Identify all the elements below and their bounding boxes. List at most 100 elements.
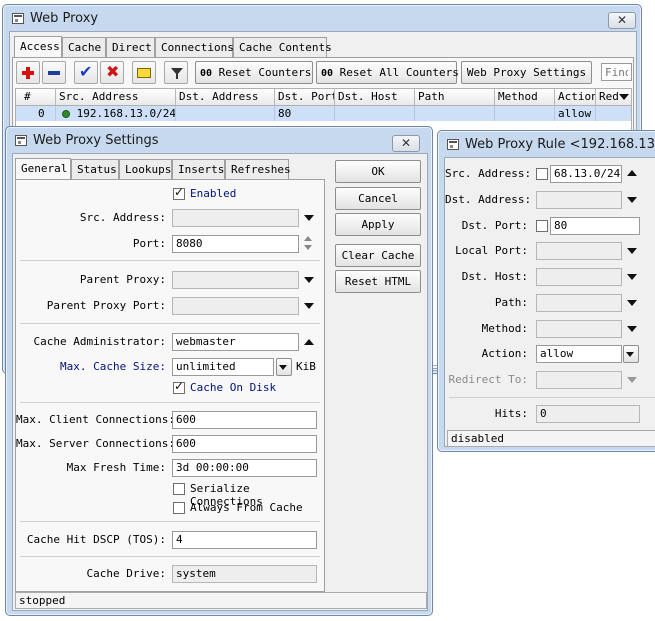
parent-proxy-port-label: Parent Proxy Port: (46, 299, 166, 312)
reset-all-counters-button[interactable]: 00 Reset All Counters (316, 61, 459, 84)
rule-hits-value: 0 (536, 405, 640, 423)
tab-cache-contents[interactable]: Cache Contents (233, 37, 332, 57)
window-app-icon (447, 139, 459, 150)
divider (20, 556, 320, 557)
spinner-up-icon[interactable] (304, 236, 312, 241)
column-header-method[interactable]: Method (495, 89, 555, 105)
tab-general[interactable]: General (15, 158, 71, 179)
rule-src-address-input[interactable]: 68.13.0/24 (550, 165, 622, 183)
table-header: # Src. Address Dst. Address Dst. Port Ds… (16, 89, 631, 106)
reset-counters-button[interactable]: 00 Reset Counters (195, 61, 313, 84)
collapse-icon[interactable] (304, 339, 314, 345)
cache-on-disk-checkbox[interactable] (173, 379, 185, 394)
rule-path-input[interactable] (536, 294, 622, 312)
rule-local-port-input[interactable] (536, 242, 622, 260)
counter-icon: 00 (321, 68, 334, 79)
find-input[interactable] (601, 63, 632, 81)
row-port: 80 (275, 106, 335, 121)
settings-tab-strip: General Status Lookups Inserts Refreshes (15, 158, 315, 179)
column-chooser-icon[interactable] (619, 94, 629, 100)
rule-dst-port-label: Dst. Port: (461, 219, 528, 232)
window-title: Web Proxy (30, 11, 99, 26)
close-button[interactable]: ✕ (392, 135, 420, 152)
table-row[interactable]: 0 192.168.13.0/24 80 allow (16, 106, 631, 121)
column-header-dst-address[interactable]: Dst. Address (176, 89, 275, 105)
add-button[interactable] (16, 61, 40, 84)
spinner-down-icon[interactable] (304, 245, 312, 250)
serialize-connections-checkbox[interactable] (173, 483, 185, 495)
expand-icon[interactable] (627, 197, 637, 203)
always-from-cache-checkbox[interactable] (173, 502, 185, 514)
tab-inserts[interactable]: Inserts (172, 159, 225, 179)
cancel-button[interactable]: Cancel (335, 187, 421, 210)
expand-icon[interactable] (304, 303, 314, 309)
comment-button[interactable] (132, 61, 156, 84)
parent-proxy-input[interactable] (172, 271, 299, 289)
expand-icon[interactable] (627, 274, 637, 280)
close-button[interactable]: ✕ (608, 12, 636, 29)
window-app-icon (12, 13, 24, 24)
column-header-src-address[interactable]: Src. Address (56, 89, 176, 105)
expand-icon[interactable] (304, 277, 314, 283)
rule-method-label: Method: (481, 322, 528, 335)
rule-dst-port-not-checkbox[interactable] (536, 220, 548, 232)
row-redirect (596, 106, 631, 121)
column-header-path[interactable]: Path (415, 89, 495, 105)
clear-cache-button[interactable]: Clear Cache (335, 244, 421, 267)
settings-status-bar: stopped (15, 592, 427, 609)
parent-proxy-label: Parent Proxy: (79, 273, 166, 286)
cache-administrator-input[interactable]: webmaster (172, 333, 299, 351)
rule-dst-port-input[interactable]: 80 (550, 217, 640, 235)
column-header-action[interactable]: Action (555, 89, 596, 105)
expand-icon[interactable] (627, 300, 637, 306)
tab-connections[interactable]: Connections (155, 37, 234, 57)
rule-action-dropdown-button[interactable] (623, 345, 639, 363)
apply-button[interactable]: Apply (335, 213, 421, 236)
cache-administrator-label: Cache Administrator: (33, 335, 166, 348)
rule-dst-host-input[interactable] (536, 268, 622, 286)
tab-lookups[interactable]: Lookups (119, 159, 172, 179)
rule-dst-address-input[interactable] (536, 191, 622, 209)
max-server-connections-input[interactable]: 600 (172, 435, 317, 453)
tab-refreshes[interactable]: Refreshes (225, 159, 291, 179)
port-spinner[interactable] (304, 235, 314, 253)
filter-button[interactable] (164, 61, 188, 84)
max-fresh-time-input[interactable]: 3d 00:00:00 (172, 459, 317, 477)
max-cache-size-dropdown-button[interactable] (276, 358, 292, 376)
src-address-input[interactable] (172, 209, 299, 227)
enabled-checkbox[interactable] (173, 185, 185, 200)
disable-button[interactable]: ✖ (100, 61, 124, 84)
expand-icon[interactable] (304, 215, 314, 221)
collapse-icon[interactable] (627, 170, 637, 176)
expand-icon[interactable] (627, 326, 637, 332)
web-proxy-settings-window: Web Proxy Settings ✕ General Status Look… (5, 126, 433, 616)
cache-drive-value: system (172, 565, 317, 583)
cache-hit-dscp-input[interactable]: 4 (172, 531, 317, 549)
main-tab-strip: Access Cache Direct Connections Cache Co… (14, 36, 414, 57)
rule-redirect-input[interactable] (536, 371, 622, 389)
ok-button[interactable]: OK (335, 160, 421, 183)
max-cache-size-input[interactable]: unlimited (172, 358, 274, 376)
web-proxy-settings-button[interactable]: Web Proxy Settings (461, 61, 592, 84)
parent-proxy-port-input[interactable] (172, 297, 299, 315)
tab-status[interactable]: Status (71, 159, 119, 179)
remove-button[interactable] (42, 61, 66, 84)
rule-dst-address-label: Dst. Address: (445, 193, 532, 206)
rule-src-not-checkbox[interactable] (536, 168, 548, 180)
reset-html-button[interactable]: Reset HTML (335, 270, 421, 293)
tab-direct[interactable]: Direct (106, 37, 155, 57)
expand-icon[interactable] (627, 377, 637, 383)
max-client-connections-input[interactable]: 600 (172, 411, 317, 429)
rule-action-select[interactable]: allow (536, 345, 622, 363)
rule-method-input[interactable] (536, 320, 622, 338)
column-header-dst-host[interactable]: Dst. Host (335, 89, 415, 105)
column-header-num[interactable]: # (16, 89, 56, 105)
tab-access[interactable]: Access (14, 36, 62, 57)
tab-cache[interactable]: Cache (62, 37, 106, 57)
enable-button[interactable]: ✔ (74, 61, 98, 84)
expand-icon[interactable] (627, 248, 637, 254)
status-dot-icon (62, 110, 70, 118)
column-header-redirect[interactable]: Red (596, 89, 618, 105)
port-input[interactable]: 8080 (172, 235, 299, 253)
column-header-dst-port[interactable]: Dst. Port (275, 89, 335, 105)
